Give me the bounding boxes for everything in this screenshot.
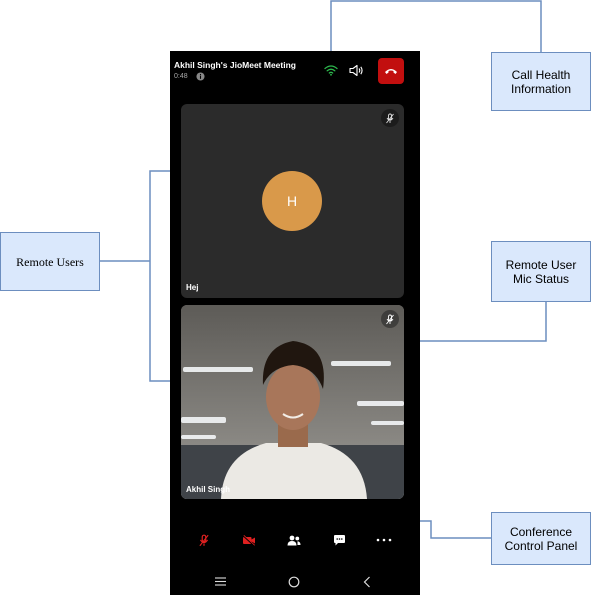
wifi-icon[interactable] (324, 64, 338, 76)
menu-icon[interactable] (215, 577, 226, 586)
participant-name: Akhil Singh (186, 485, 230, 494)
chat-icon (333, 535, 345, 546)
mic-muted-icon (386, 113, 394, 123)
speaker-icon[interactable] (349, 64, 364, 77)
participants-icon (287, 535, 301, 545)
mic-muted-icon (386, 314, 394, 324)
chat-button[interactable] (328, 529, 350, 551)
more-options-button[interactable] (373, 529, 395, 551)
remote-mic-status (381, 109, 399, 127)
avatar: H (262, 171, 322, 231)
meeting-duration: 0:48 (174, 73, 188, 80)
info-icon[interactable] (196, 72, 205, 81)
phone-hangup-icon (385, 69, 397, 74)
phone-screen: Akhil Singh's JioMeet Meeting 0:48 H Hej (170, 51, 420, 595)
participant-name: Hej (186, 283, 199, 292)
call-health-callout: Call Health Information (491, 52, 591, 111)
participant-video (181, 305, 404, 499)
control-panel-callout: Conference Control Panel (491, 512, 591, 565)
meeting-title: Akhil Singh's JioMeet Meeting (174, 60, 296, 70)
participant-tile-akhil[interactable]: Akhil Singh (181, 305, 404, 499)
participant-tile-hej[interactable]: H Hej (181, 104, 404, 298)
call-health-connector (330, 0, 542, 58)
participants-button[interactable] (283, 529, 305, 551)
video-off-icon (242, 534, 256, 546)
remote-mic-callout: Remote User Mic Status (491, 241, 591, 302)
remote-mic-status (381, 310, 399, 328)
mic-toggle-button[interactable] (193, 529, 215, 551)
leave-call-button[interactable] (378, 58, 404, 84)
back-icon[interactable] (363, 576, 371, 588)
more-icon (376, 538, 392, 542)
home-icon[interactable] (288, 576, 300, 588)
mic-muted-icon (199, 534, 209, 546)
video-toggle-button[interactable] (238, 529, 260, 551)
remote-users-callout: Remote Users (0, 232, 100, 291)
